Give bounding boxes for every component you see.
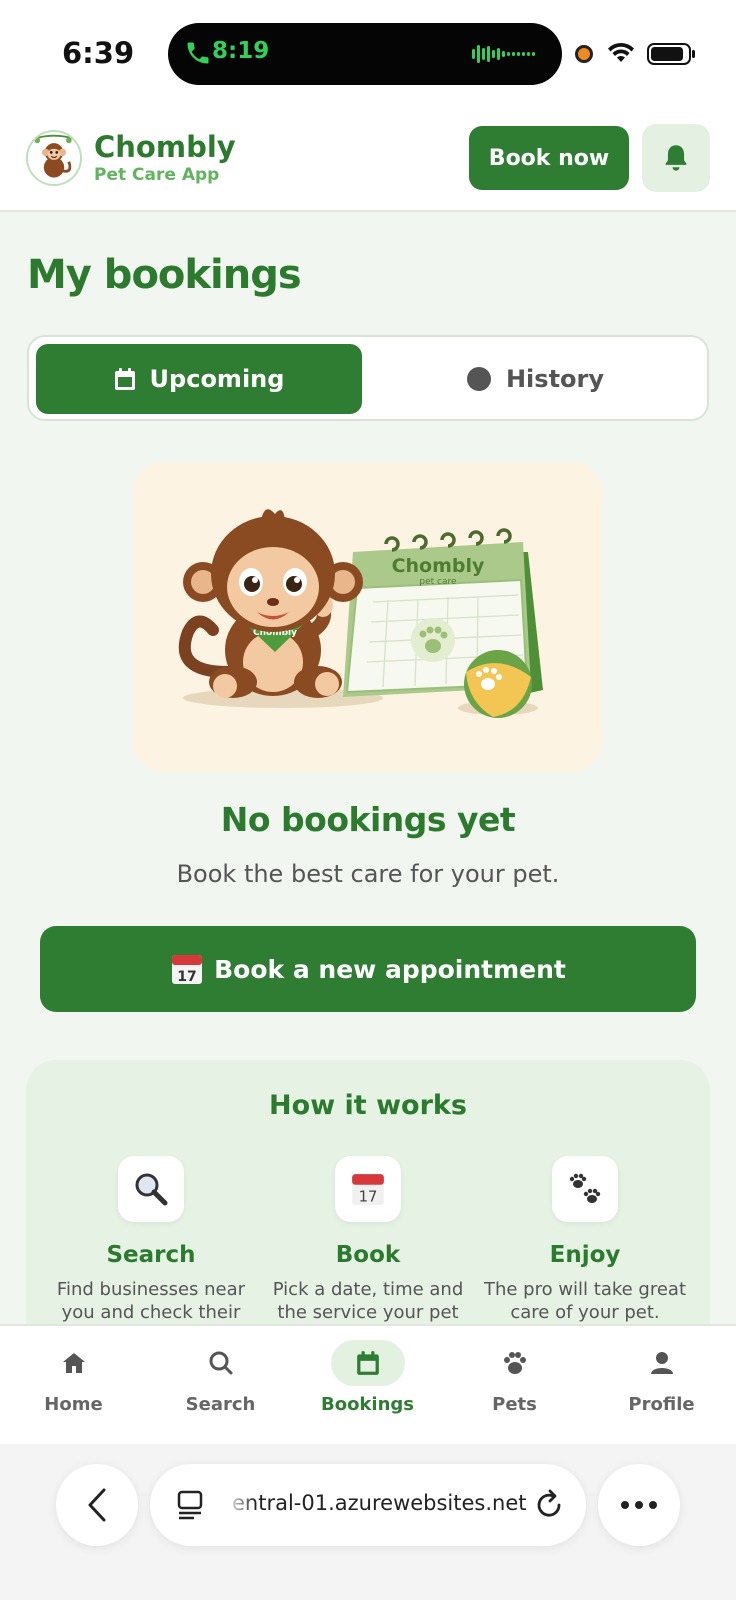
browser-address-bar[interactable]: entral-01.azurewebsites.net [150,1464,586,1546]
calendar-sub-text: pet care [419,577,457,587]
nav-search-label: Search [185,1394,256,1415]
nav-search[interactable]: Search [147,1340,294,1415]
nav-bookings[interactable]: Bookings [294,1340,441,1415]
step-text-line1: The pro will take great [483,1279,687,1300]
step-title: Search [106,1242,196,1268]
tab-history[interactable]: History [370,344,700,414]
person-icon [625,1340,699,1386]
calendar-emoji-icon: 17 [172,955,203,985]
magnifier-icon [118,1156,184,1222]
svg-text:17: 17 [359,1189,378,1206]
recording-indicator-icon [575,45,593,63]
nav-pets[interactable]: Pets [441,1340,588,1415]
notifications-button[interactable] [642,124,710,192]
book-new-appointment-button[interactable]: 17 Book a new appointment [40,926,696,1012]
nav-home[interactable]: Home [0,1340,147,1415]
step-text-line2: care of your pet. [510,1302,660,1323]
url-fade [226,1464,256,1546]
step-search: Search Find businesses near you and chec… [42,1156,260,1324]
tab-upcoming[interactable]: Upcoming [36,344,362,414]
nav-profile[interactable]: Profile [588,1340,735,1415]
browser-more-button[interactable] [598,1464,680,1546]
empty-state-subtitle: Book the best care for your pet. [176,860,560,888]
status-bar: 6:39 8:19 [0,0,736,108]
booking-tabs: Upcoming History [27,335,709,421]
empty-state-illustration: Chombly pet care Chombly [133,462,602,772]
chevron-left-icon [88,1488,106,1522]
reload-button[interactable] [532,1488,566,1522]
history-dot-icon [466,367,491,391]
how-it-works-title: How it works [269,1090,467,1121]
step-title: Book [335,1242,401,1268]
step-text-line2: the service your pet [277,1302,459,1323]
book-now-button[interactable]: Book now [469,126,629,190]
app-header: Chombly Pet Care App Book now [0,108,736,212]
book-new-appointment-label: Book a new appointment [214,954,566,984]
step-book: 17 Book Pick a date, time and the servic… [259,1156,477,1324]
phone-icon [187,42,209,64]
step-enjoy: Enjoy The pro will take great care of yo… [476,1156,694,1324]
reload-icon [537,1489,561,1517]
empty-state-title: No bookings yet [220,800,516,839]
browser-back-button[interactable] [56,1464,138,1546]
tabs-icon [177,1490,203,1520]
home-icon [37,1340,111,1386]
step-title: Enjoy [549,1242,621,1268]
brand-name: Chombly [94,130,236,164]
more-dots-icon [621,1501,657,1509]
step-text-line1: Find businesses near [56,1279,246,1300]
nav-home-label: Home [44,1394,103,1415]
paw-icon [478,1340,552,1386]
bottom-nav: Home Search Bookings Pets Profile [0,1324,736,1444]
nav-profile-label: Profile [628,1394,695,1415]
browser-toolbar: entral-01.azurewebsites.net [0,1444,736,1600]
monkey-calendar-illustration: Chombly pet care Chombly [178,509,543,718]
call-timer: 8:19 [212,38,270,64]
page-title: My bookings [27,252,302,298]
bell-icon [665,145,687,171]
step-text-line1: Pick a date, time and [272,1279,464,1300]
wifi-icon [608,42,634,62]
battery-icon [647,43,695,65]
nav-pets-label: Pets [492,1394,537,1415]
search-icon [184,1340,258,1386]
calendar-icon [114,368,135,390]
tab-history-label: History [505,365,605,393]
step-text-line2: you and check their [61,1302,241,1323]
paws-icon [552,1156,618,1222]
calendar-icon [330,1340,405,1386]
audio-wave-icon [472,45,535,63]
chombly-logo[interactable] [26,130,82,186]
tab-upcoming-label: Upcoming [149,365,285,393]
dynamic-island[interactable]: 8:19 [168,23,562,85]
calendar-icon: 17 [335,1156,401,1222]
nav-bookings-label: Bookings [320,1394,414,1415]
calendar-brand-text: Chombly [392,555,485,577]
brand-tagline: Pet Care App [94,165,220,185]
status-time: 6:39 [62,36,135,70]
svg-text:17: 17 [177,969,196,985]
